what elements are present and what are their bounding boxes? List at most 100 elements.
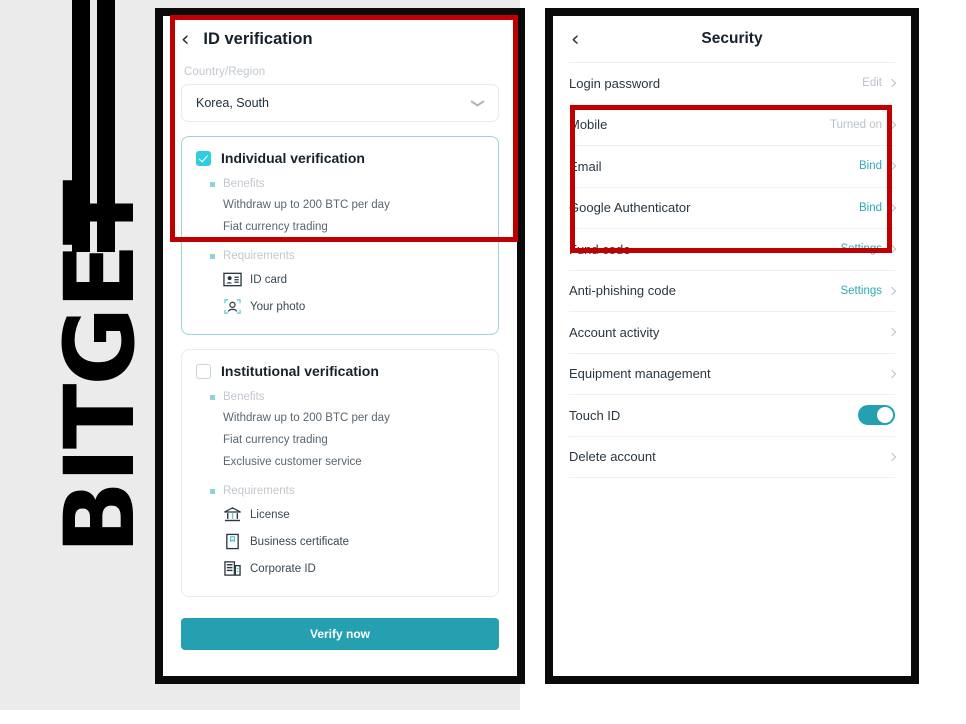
screenshot-stage: BITGET ‹ ID verification Country/Region … xyxy=(0,0,966,724)
country-label: Country/Region xyxy=(184,66,266,78)
verify-now-button[interactable]: Verify now xyxy=(181,618,499,650)
id-card-icon xyxy=(223,272,242,287)
right-phone-frame: ‹ Security Login password Edit Mobile Tu… xyxy=(545,8,919,684)
row-label: Anti-phishing code xyxy=(569,283,676,299)
row-label: Email xyxy=(569,158,602,174)
row-value: Turned on xyxy=(830,118,882,131)
page-title: Security xyxy=(701,30,763,47)
requirement-row: ID card xyxy=(223,266,484,293)
requirement-row: Corporate ID xyxy=(223,555,484,582)
back-chevron-icon[interactable]: ‹ xyxy=(571,28,579,50)
bullet-square-icon xyxy=(210,394,215,400)
bullet-square-icon xyxy=(210,488,215,494)
chevron-right-icon xyxy=(887,452,897,461)
institutional-checkbox[interactable] xyxy=(196,363,211,379)
left-content: Country/Region Korea, South Individual v… xyxy=(163,66,517,597)
row-label: Equipment management xyxy=(569,366,711,382)
institutional-benefits-heading: Benefits xyxy=(210,391,484,403)
row-control: Turned on xyxy=(830,118,897,131)
left-phone-frame: ‹ ID verification Country/Region Korea, … xyxy=(155,8,525,684)
security-row-fund-code[interactable]: Fund code Settings xyxy=(553,229,911,270)
bullet-square-icon xyxy=(210,181,215,187)
benefits-label: Benefits xyxy=(223,391,265,403)
requirements-label: Requirements xyxy=(223,485,295,497)
corporate-building-icon xyxy=(224,561,241,576)
benefit-item: Exclusive customer service xyxy=(223,456,362,468)
requirement-label: Business certificate xyxy=(250,535,350,548)
row-label: Fund code xyxy=(569,241,631,257)
benefit-item: Withdraw up to 200 BTC per day xyxy=(223,412,390,424)
certificate-icon xyxy=(226,533,239,550)
id-verification-screen: ‹ ID verification Country/Region Korea, … xyxy=(163,16,517,676)
requirement-row: Business certificate xyxy=(223,528,484,555)
institutional-card-header: Institutional verification xyxy=(196,363,484,379)
security-row-anti-phishing-code[interactable]: Anti-phishing code Settings xyxy=(553,271,911,312)
individual-card-header: Individual verification xyxy=(196,150,484,166)
portrait-photo-icon xyxy=(224,299,241,314)
individual-card-title: Individual verification xyxy=(221,150,365,166)
security-row-account-activity[interactable]: Account activity xyxy=(553,312,911,353)
row-control: Bind xyxy=(859,202,897,214)
benefits-label: Benefits xyxy=(223,178,265,190)
row-value[interactable]: Settings xyxy=(840,243,882,255)
chevron-right-icon xyxy=(887,286,897,295)
back-chevron-icon[interactable]: ‹ xyxy=(181,28,189,50)
institutional-verification-card[interactable]: Institutional verification Benefits With… xyxy=(181,349,499,597)
requirement-label: Corporate ID xyxy=(250,562,316,575)
security-list: Login password Edit Mobile Turned on Ema… xyxy=(553,63,911,478)
security-row-touch-id[interactable]: Touch ID xyxy=(553,395,911,436)
security-row-delete-account[interactable]: Delete account xyxy=(553,437,911,478)
benefit-item: Fiat currency trading xyxy=(223,434,328,446)
row-value[interactable]: Settings xyxy=(840,285,882,297)
requirement-label: Your photo xyxy=(250,300,306,313)
row-value[interactable]: Bind xyxy=(859,160,882,172)
security-row-login-password[interactable]: Login password Edit xyxy=(553,63,911,104)
institutional-card-title: Institutional verification xyxy=(221,363,379,379)
chevron-right-icon xyxy=(887,203,897,212)
row-label: Touch ID xyxy=(569,407,621,423)
benefit-item: Withdraw up to 200 BTC per day xyxy=(223,199,390,211)
individual-benefits-heading: Benefits xyxy=(210,178,484,190)
row-control xyxy=(887,328,897,337)
row-control: Bind xyxy=(859,160,897,172)
divider xyxy=(569,477,895,478)
brand-wordmark: BITGET xyxy=(44,181,156,554)
chevron-down-icon xyxy=(471,99,484,107)
row-label: Google Authenticator xyxy=(569,200,691,216)
row-value[interactable]: Bind xyxy=(859,202,882,214)
benefit-item: Fiat currency trading xyxy=(223,221,328,233)
chevron-right-icon xyxy=(887,245,897,254)
right-navbar: ‹ Security xyxy=(553,16,911,62)
requirement-row: Your photo xyxy=(223,293,484,320)
institutional-requirements-heading: Requirements xyxy=(210,485,484,497)
security-screen: ‹ Security Login password Edit Mobile Tu… xyxy=(553,16,911,676)
individual-requirements-heading: Requirements xyxy=(210,250,484,262)
security-row-mobile[interactable]: Mobile Turned on xyxy=(553,105,911,146)
chevron-right-icon xyxy=(887,369,897,378)
row-control xyxy=(887,369,897,378)
chevron-right-icon xyxy=(887,120,897,129)
touch-id-toggle[interactable] xyxy=(858,405,895,426)
individual-checkbox[interactable] xyxy=(196,150,211,166)
bank-license-icon xyxy=(224,507,241,522)
individual-verification-card[interactable]: Individual verification Benefits Withdra… xyxy=(181,136,499,335)
security-row-equipment-management[interactable]: Equipment management xyxy=(553,354,911,395)
row-control: Settings xyxy=(840,285,897,297)
country-value: Korea, South xyxy=(196,96,269,110)
row-control: Settings xyxy=(840,243,897,255)
security-row-email[interactable]: Email Bind xyxy=(553,146,911,187)
row-control: Edit xyxy=(862,77,897,90)
toggle-knob xyxy=(877,407,893,424)
row-control xyxy=(858,405,895,426)
country-select[interactable]: Korea, South xyxy=(181,84,499,122)
row-value: Edit xyxy=(862,77,882,90)
requirement-label: License xyxy=(250,508,290,521)
chevron-right-icon xyxy=(887,328,897,337)
left-navbar: ‹ ID verification xyxy=(163,16,517,62)
bitget-logo: BITGET xyxy=(44,0,165,700)
page-title: ID verification xyxy=(203,29,313,48)
row-label: Delete account xyxy=(569,449,656,465)
row-control xyxy=(887,452,897,461)
row-label: Login password xyxy=(569,75,661,91)
security-row-google-authenticator[interactable]: Google Authenticator Bind xyxy=(553,188,911,229)
